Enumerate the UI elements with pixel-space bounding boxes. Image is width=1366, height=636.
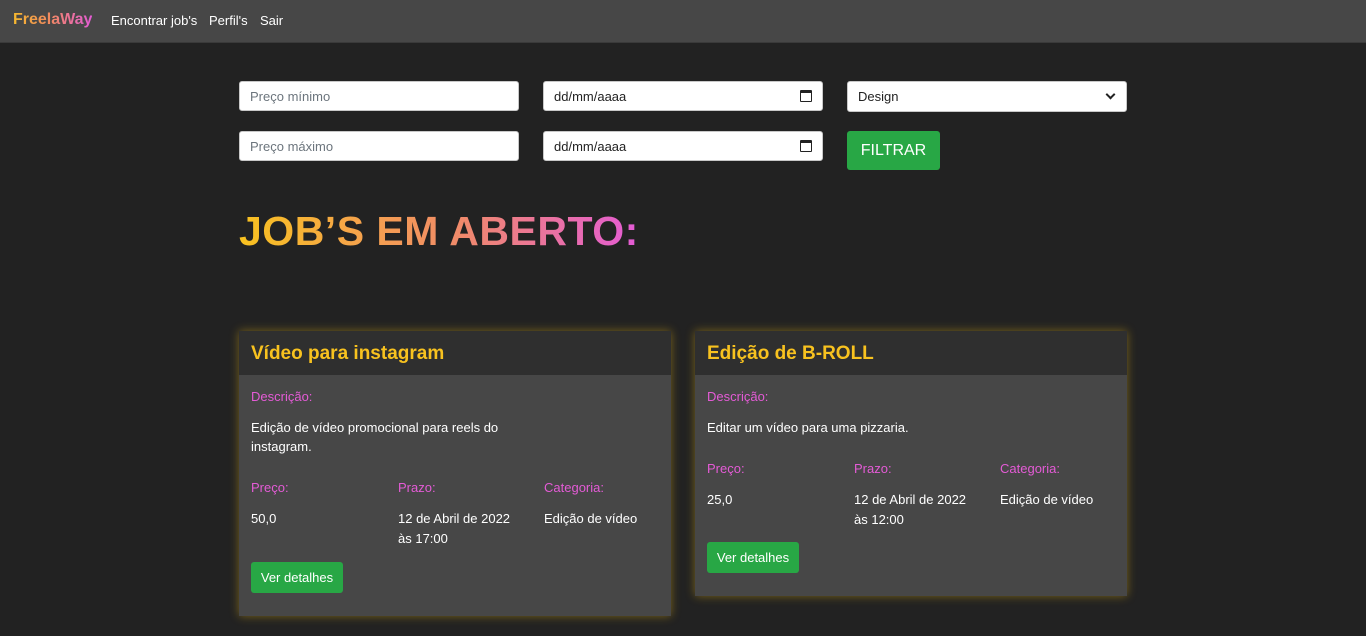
navbar: FreelaWay Encontrar job's Perfil's Sair xyxy=(0,0,1366,43)
job-title: Edição de B-ROLL xyxy=(707,343,874,364)
calendar-icon[interactable] xyxy=(800,140,812,152)
description-label: Descrição: xyxy=(251,389,313,404)
job-description-cont: instagram. xyxy=(251,439,312,454)
description-label: Descrição: xyxy=(707,389,769,404)
job-description: Edição de vídeo promocional para reels d… xyxy=(251,420,499,435)
category-label: Categoria: xyxy=(544,480,604,495)
job-category: Edição de vídeo xyxy=(544,511,638,526)
card-header: Edição de B-ROLL xyxy=(695,331,1127,375)
date-to-value: dd/mm/aaaa xyxy=(554,138,627,154)
job-price: 25,0 xyxy=(707,492,733,507)
job-category: Edição de vídeo xyxy=(1000,492,1094,507)
deadline-label: Prazo: xyxy=(854,461,892,476)
price-label: Preço: xyxy=(251,480,289,495)
price-label: Preço: xyxy=(707,461,745,476)
nav-link-find-jobs[interactable]: Encontrar job's xyxy=(111,13,197,28)
job-price: 50,0 xyxy=(251,511,277,526)
date-to-input[interactable]: dd/mm/aaaa xyxy=(543,131,823,161)
card-header: Vídeo para instagram xyxy=(239,331,671,375)
view-details-button[interactable]: Ver detalhes xyxy=(707,542,799,573)
job-description: Editar um vídeo para uma pizzaria. xyxy=(707,420,909,435)
job-card: Vídeo para instagram Descrição: Edição d… xyxy=(239,331,671,616)
date-from-value: dd/mm/aaaa xyxy=(554,88,627,104)
calendar-icon[interactable] xyxy=(800,90,812,102)
job-card: Edição de B-ROLL Descrição: Editar um ví… xyxy=(695,331,1127,596)
nav-link-profiles[interactable]: Perfil's xyxy=(209,13,248,28)
chevron-down-icon xyxy=(1105,89,1116,100)
category-select[interactable]: Design xyxy=(847,81,1127,112)
job-deadline-date: 12 de Abril de 2022 xyxy=(398,511,511,526)
brand-logo[interactable]: FreelaWay xyxy=(13,11,92,29)
job-title: Vídeo para instagram xyxy=(251,343,445,364)
view-details-button[interactable]: Ver detalhes xyxy=(251,562,343,593)
date-from-input[interactable]: dd/mm/aaaa xyxy=(543,81,823,111)
page-title: JOB’S EM ABERTO: xyxy=(239,208,639,254)
min-price-input[interactable] xyxy=(239,81,519,111)
category-selected-value: Design xyxy=(858,89,899,104)
nav-link-logout[interactable]: Sair xyxy=(260,13,283,28)
category-label: Categoria: xyxy=(1000,461,1060,476)
job-deadline-date: 12 de Abril de 2022 xyxy=(854,492,967,507)
deadline-label: Prazo: xyxy=(398,480,436,495)
max-price-input[interactable] xyxy=(239,131,519,161)
job-deadline-time: às 12:00 xyxy=(854,512,904,527)
job-deadline-time: às 17:00 xyxy=(398,531,448,546)
filter-button[interactable]: FILTRAR xyxy=(847,131,940,170)
